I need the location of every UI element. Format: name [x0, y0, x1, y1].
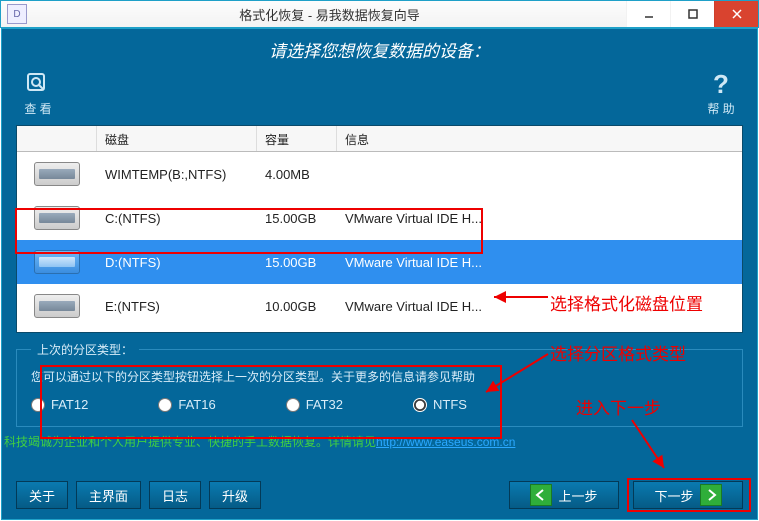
- hdd-icon: [34, 162, 80, 186]
- radio-input[interactable]: [31, 398, 45, 412]
- help-label: 帮 助: [707, 100, 734, 117]
- disk-row[interactable]: E:(NTFS) 10.00GB VMware Virtual IDE H...: [17, 284, 742, 328]
- footer-text: 科技竭诚为企业和个人用户提供专业、快捷的手工数据恢复。详情请见: [4, 435, 376, 449]
- partition-legend: 上次的分区类型：: [31, 341, 139, 358]
- disk-name: E:(NTFS): [97, 299, 257, 314]
- hdd-icon: [34, 250, 80, 274]
- arrow-right-icon: [700, 484, 722, 506]
- prev-button[interactable]: 上一步: [509, 481, 619, 509]
- close-button[interactable]: [714, 1, 758, 27]
- help-tool[interactable]: ? 帮 助: [707, 70, 735, 117]
- disk-info: VMware Virtual IDE H...: [337, 299, 742, 314]
- disk-name: D:(NTFS): [97, 255, 257, 270]
- partition-radios: FAT12 FAT16 FAT32 NTFS: [31, 397, 728, 412]
- disk-info: VMware Virtual IDE H...: [337, 255, 742, 270]
- radio-label: FAT12: [51, 397, 88, 412]
- page-prompt: 请选择您想恢复数据的设备：: [2, 29, 757, 66]
- partition-type-group: 上次的分区类型： 您可以通过以下的分区类型按钮选择上一次的分区类型。关于更多的信…: [16, 341, 743, 427]
- about-button[interactable]: 关于: [16, 481, 68, 509]
- radio-fat16[interactable]: FAT16: [158, 397, 215, 412]
- next-label: 下一步: [654, 486, 693, 505]
- disk-capacity: 15.00GB: [257, 255, 337, 270]
- disk-name: WIMTEMP(B:,NTFS): [97, 167, 257, 182]
- upgrade-button[interactable]: 升级: [209, 481, 261, 509]
- radio-input[interactable]: [413, 398, 427, 412]
- hdd-icon: [34, 294, 80, 318]
- radio-input[interactable]: [286, 398, 300, 412]
- col-capacity[interactable]: 容量: [257, 126, 337, 151]
- disk-row[interactable]: C:(NTFS) 15.00GB VMware Virtual IDE H...: [17, 196, 742, 240]
- log-button[interactable]: 日志: [149, 481, 201, 509]
- minimize-button[interactable]: [626, 1, 670, 27]
- window-title: 格式化恢复 - 易我数据恢复向导: [33, 5, 626, 24]
- question-icon: ?: [707, 70, 735, 98]
- disk-list-panel: 磁盘 容量 信息 WIMTEMP(B:,NTFS) 4.00MB C:(NTFS…: [16, 125, 743, 333]
- bottom-bar: 关于 主界面 日志 升级 上一步 下一步: [16, 481, 743, 509]
- footer-link-line: 科技竭诚为企业和个人用户提供专业、快捷的手工数据恢复。详情请见http://ww…: [4, 433, 757, 450]
- next-button[interactable]: 下一步: [633, 481, 743, 509]
- disk-capacity: 10.00GB: [257, 299, 337, 314]
- magnifier-icon: [24, 70, 52, 98]
- footer-url[interactable]: http://www.easeus.com.cn: [376, 435, 515, 449]
- disk-capacity: 15.00GB: [257, 211, 337, 226]
- col-icon: [17, 126, 97, 151]
- radio-input[interactable]: [158, 398, 172, 412]
- title-bar: D 格式化恢复 - 易我数据恢复向导: [0, 0, 759, 28]
- column-header: 磁盘 容量 信息: [17, 126, 742, 152]
- radio-label: NTFS: [433, 397, 467, 412]
- hdd-icon: [34, 206, 80, 230]
- right-button-group: 上一步 下一步: [509, 481, 743, 509]
- main-button[interactable]: 主界面: [76, 481, 141, 509]
- radio-ntfs[interactable]: NTFS: [413, 397, 467, 412]
- left-button-group: 关于 主界面 日志 升级: [16, 481, 261, 509]
- prev-label: 上一步: [558, 486, 597, 505]
- view-tool[interactable]: 查 看: [24, 70, 52, 117]
- col-info[interactable]: 信息: [337, 126, 742, 151]
- radio-fat32[interactable]: FAT32: [286, 397, 343, 412]
- disk-name: C:(NTFS): [97, 211, 257, 226]
- disk-rows: WIMTEMP(B:,NTFS) 4.00MB C:(NTFS) 15.00GB…: [17, 152, 742, 328]
- maximize-button[interactable]: [670, 1, 714, 27]
- col-disk[interactable]: 磁盘: [97, 126, 257, 151]
- partition-hint: 您可以通过以下的分区类型按钮选择上一次的分区类型。关于更多的信息请参见帮助: [31, 368, 728, 385]
- app-icon: D: [7, 4, 27, 24]
- radio-label: FAT16: [178, 397, 215, 412]
- radio-fat12[interactable]: FAT12: [31, 397, 88, 412]
- view-label: 查 看: [24, 100, 51, 117]
- radio-label: FAT32: [306, 397, 343, 412]
- top-toolbar: 查 看 ? 帮 助: [2, 66, 757, 125]
- disk-row[interactable]: D:(NTFS) 15.00GB VMware Virtual IDE H...: [17, 240, 742, 284]
- disk-info: VMware Virtual IDE H...: [337, 211, 742, 226]
- disk-capacity: 4.00MB: [257, 167, 337, 182]
- main-frame: 请选择您想恢复数据的设备： 查 看 ? 帮 助 磁盘 容量 信息 WIMTEMP…: [1, 28, 758, 520]
- arrow-left-icon: [530, 484, 552, 506]
- disk-row[interactable]: WIMTEMP(B:,NTFS) 4.00MB: [17, 152, 742, 196]
- window-buttons: [626, 1, 758, 27]
